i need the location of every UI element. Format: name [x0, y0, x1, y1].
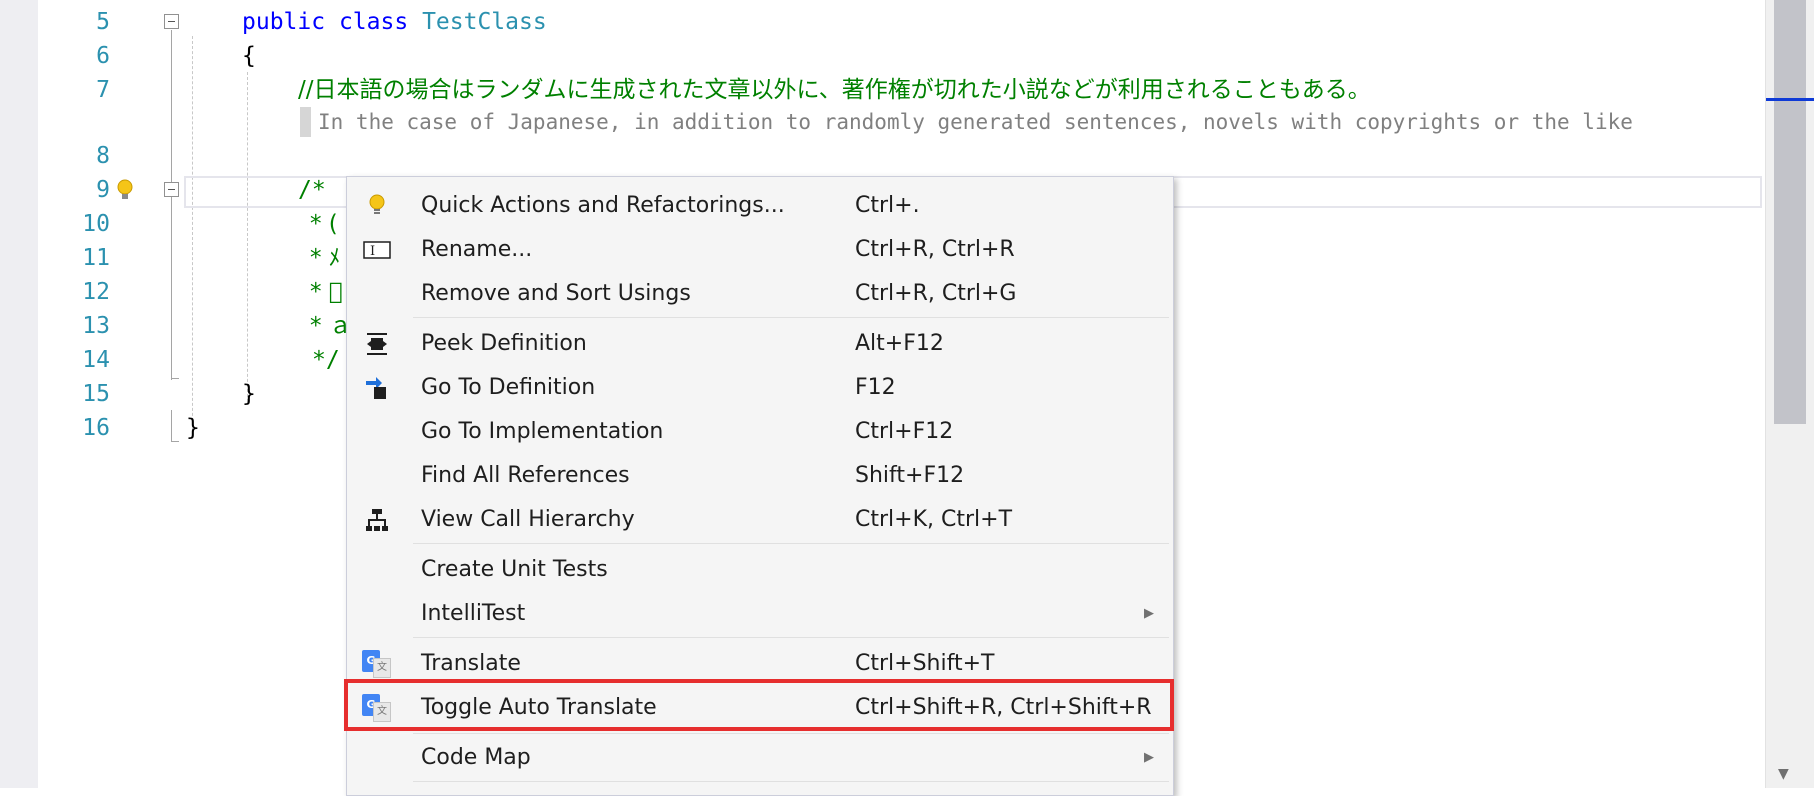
vertical-scrollbar[interactable]: ▼ — [1765, 0, 1814, 788]
menu-item-label: Code Map — [421, 745, 531, 770]
menu-item-rename[interactable]: I Rename... Ctrl+R, Ctrl+R — [347, 228, 1173, 272]
menu-item-label: Rename... — [421, 237, 533, 262]
menu-item-label: Find All References — [421, 463, 630, 488]
collapse-region-toggle[interactable] — [164, 14, 179, 29]
menu-item-shortcut: Ctrl+F12 — [855, 419, 954, 444]
menu-separator — [413, 637, 1169, 638]
call-hierarchy-icon — [362, 506, 392, 534]
outline-line — [171, 378, 179, 379]
menu-item-label: Quick Actions and Refactorings... — [421, 193, 785, 218]
menu-item-intellitest[interactable]: IntelliTest ▶ — [347, 592, 1173, 636]
menu-separator — [413, 317, 1169, 318]
line-number: 7 — [96, 77, 110, 103]
block-comment-start[interactable]: /* — [298, 173, 326, 207]
indent-guide — [247, 72, 248, 402]
menu-item-find-all-references[interactable]: Find All References Shift+F12 — [347, 454, 1173, 498]
line-number: 12 — [82, 279, 110, 305]
line-number: 11 — [82, 245, 110, 271]
menu-item-remove-sort-usings[interactable]: Remove and Sort Usings Ctrl+R, Ctrl+G — [347, 272, 1173, 316]
menu-separator — [413, 543, 1169, 544]
rename-icon: I — [362, 236, 392, 264]
indent-guide — [192, 36, 193, 436]
menu-item-label: Peek Definition — [421, 331, 587, 356]
translation-marker — [300, 107, 311, 137]
menu-separator — [413, 733, 1169, 734]
menu-item-create-unit-tests[interactable]: Create Unit Tests — [347, 548, 1173, 592]
menu-item-go-to-implementation[interactable]: Go To Implementation Ctrl+F12 — [347, 410, 1173, 454]
line-number: 16 — [82, 415, 110, 441]
translate-glyph: 文 — [373, 658, 391, 678]
menu-item-shortcut: Ctrl+. — [855, 193, 920, 218]
code-line-5[interactable]: public class TestClass — [242, 5, 547, 39]
block-comment-line[interactable]: * ( — [310, 207, 338, 241]
line-number: 13 — [82, 313, 110, 339]
lightbulb-icon[interactable] — [116, 179, 134, 206]
menu-item-label: Remove and Sort Usings — [421, 281, 691, 306]
menu-item-label: Create Unit Tests — [421, 557, 608, 582]
block-comment-line[interactable]: * ﾞ — [310, 275, 343, 309]
peek-definition-icon — [362, 330, 392, 358]
code-line-6[interactable]: { — [242, 39, 256, 73]
menu-item-label: View Call Hierarchy — [421, 507, 635, 532]
block-comment-end[interactable]: */ — [312, 343, 340, 377]
menu-item-peek-definition[interactable]: Peek Definition Alt+F12 — [347, 322, 1173, 366]
scrollbar-thumb[interactable] — [1774, 0, 1806, 424]
keyword-class: class — [338, 9, 409, 35]
submenu-arrow-icon: ▶ — [1144, 606, 1154, 621]
outline-line — [171, 441, 179, 442]
menu-item-go-to-definition[interactable]: Go To Definition F12 — [347, 366, 1173, 410]
menu-item-shortcut: Shift+F12 — [855, 463, 965, 488]
code-line-15[interactable]: } — [242, 377, 256, 411]
outline-line — [171, 410, 172, 442]
block-comment-line[interactable]: * ﾒ — [310, 241, 340, 275]
menu-item-shortcut: Ctrl+R, Ctrl+G — [855, 281, 1017, 306]
code-line-16[interactable]: } — [186, 411, 200, 445]
menu-item-shortcut: Alt+F12 — [855, 331, 944, 356]
menu-item-shortcut: F12 — [855, 375, 896, 400]
line-number: 8 — [96, 143, 110, 169]
submenu-arrow-icon: ▶ — [1144, 750, 1154, 765]
line-number: 9 — [96, 177, 110, 203]
menu-item-shortcut: Ctrl+R, Ctrl+R — [855, 237, 1015, 262]
menu-item-shortcut: Ctrl+K, Ctrl+T — [855, 507, 1013, 532]
menu-item-label: Go To Definition — [421, 375, 596, 400]
menu-item-code-map[interactable]: Code Map ▶ — [347, 736, 1173, 780]
google-translate-icon: G文 — [362, 650, 392, 678]
scroll-down-arrow-icon[interactable]: ▼ — [1778, 766, 1789, 782]
line-number: 15 — [82, 381, 110, 407]
translation-adornment: In the case of Japanese, in addition to … — [318, 110, 1633, 134]
line-number: 5 — [96, 9, 110, 35]
left-margin-strip — [0, 0, 38, 788]
scrollbar-position-marker — [1766, 98, 1814, 101]
keyword-public: public — [242, 9, 326, 35]
menu-separator — [413, 781, 1169, 782]
menu-item-label: IntelliTest — [421, 601, 526, 626]
svg-text:I: I — [370, 244, 375, 259]
collapse-region-toggle[interactable] — [164, 182, 179, 197]
lightbulb-icon — [362, 192, 392, 220]
menu-item-quick-actions[interactable]: Quick Actions and Refactorings... Ctrl+. — [347, 184, 1173, 228]
outline-line — [171, 30, 172, 380]
line-number: 10 — [82, 211, 110, 237]
go-to-definition-icon — [362, 374, 392, 402]
japanese-comment[interactable]: //日本語の場合はランダムに生成された文章以外に、著作権が切れた小説などが利用さ… — [298, 73, 1371, 107]
line-number: 14 — [82, 347, 110, 373]
menu-item-view-call-hierarchy[interactable]: View Call Hierarchy Ctrl+K, Ctrl+T — [347, 498, 1173, 542]
class-name: TestClass — [422, 9, 547, 35]
line-number: 6 — [96, 43, 110, 69]
menu-item-label: Go To Implementation — [421, 419, 664, 444]
highlight-box — [344, 679, 1174, 731]
